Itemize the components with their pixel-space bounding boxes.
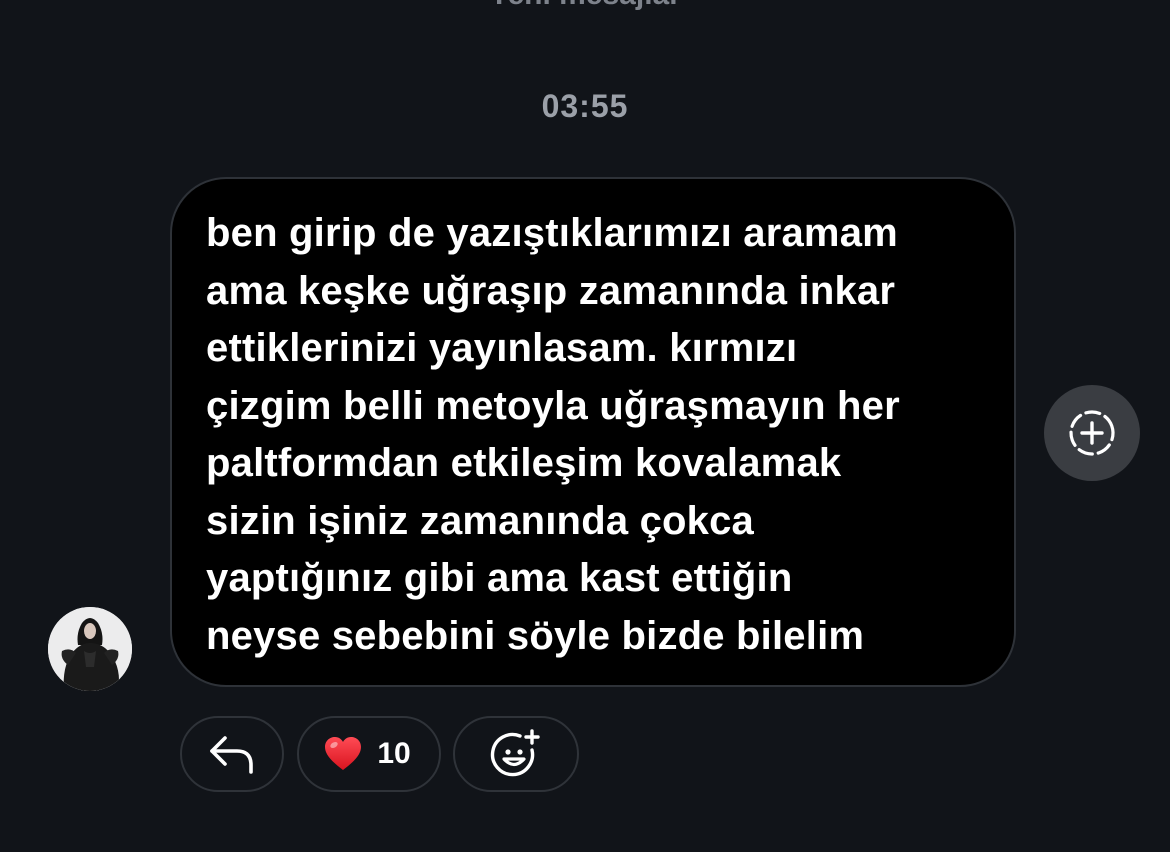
reply-button[interactable] — [180, 716, 284, 792]
message-line: çizgim belli metoyla uğraşmayın her — [206, 383, 900, 428]
message-bubble[interactable]: ben girip de yazıştıklarımızı aramam ama… — [170, 177, 1016, 687]
message-text: ben girip de yazıştıklarımızı aramam ama… — [206, 205, 978, 665]
heart-reaction-button[interactable]: 10 — [297, 716, 441, 792]
message-timestamp: 03:55 — [541, 88, 629, 124]
message-line: paltformdan etkileşim kovalamak — [206, 441, 842, 485]
add-emoji-button[interactable] — [453, 716, 579, 792]
heart-icon — [325, 737, 362, 770]
message-line: ettiklerinizi yayınlasam. kırmızı — [206, 326, 798, 370]
message-line: sizin işiniz zamanında çokca — [206, 498, 755, 543]
add-emoji-icon — [490, 729, 540, 777]
sender-avatar[interactable] — [48, 607, 132, 691]
heart-reaction-count: 10 — [377, 737, 411, 770]
avatar-photo — [48, 607, 132, 691]
message-line: ama keşke uğraşıp zamanında inkar — [206, 268, 896, 313]
new-messages-label: Yeni mesajlar — [0, 0, 1170, 12]
message-line: neyse sebebini söyle bizde bilelim — [206, 613, 865, 658]
add-circle-icon — [1069, 410, 1115, 456]
add-reaction-button[interactable] — [1044, 385, 1140, 481]
message-line: yaptığınız gibi ama kast ettiğin — [206, 556, 793, 600]
message-line: ben girip de yazıştıklarımızı aramam — [206, 211, 898, 255]
reply-arrow-icon — [210, 736, 253, 774]
